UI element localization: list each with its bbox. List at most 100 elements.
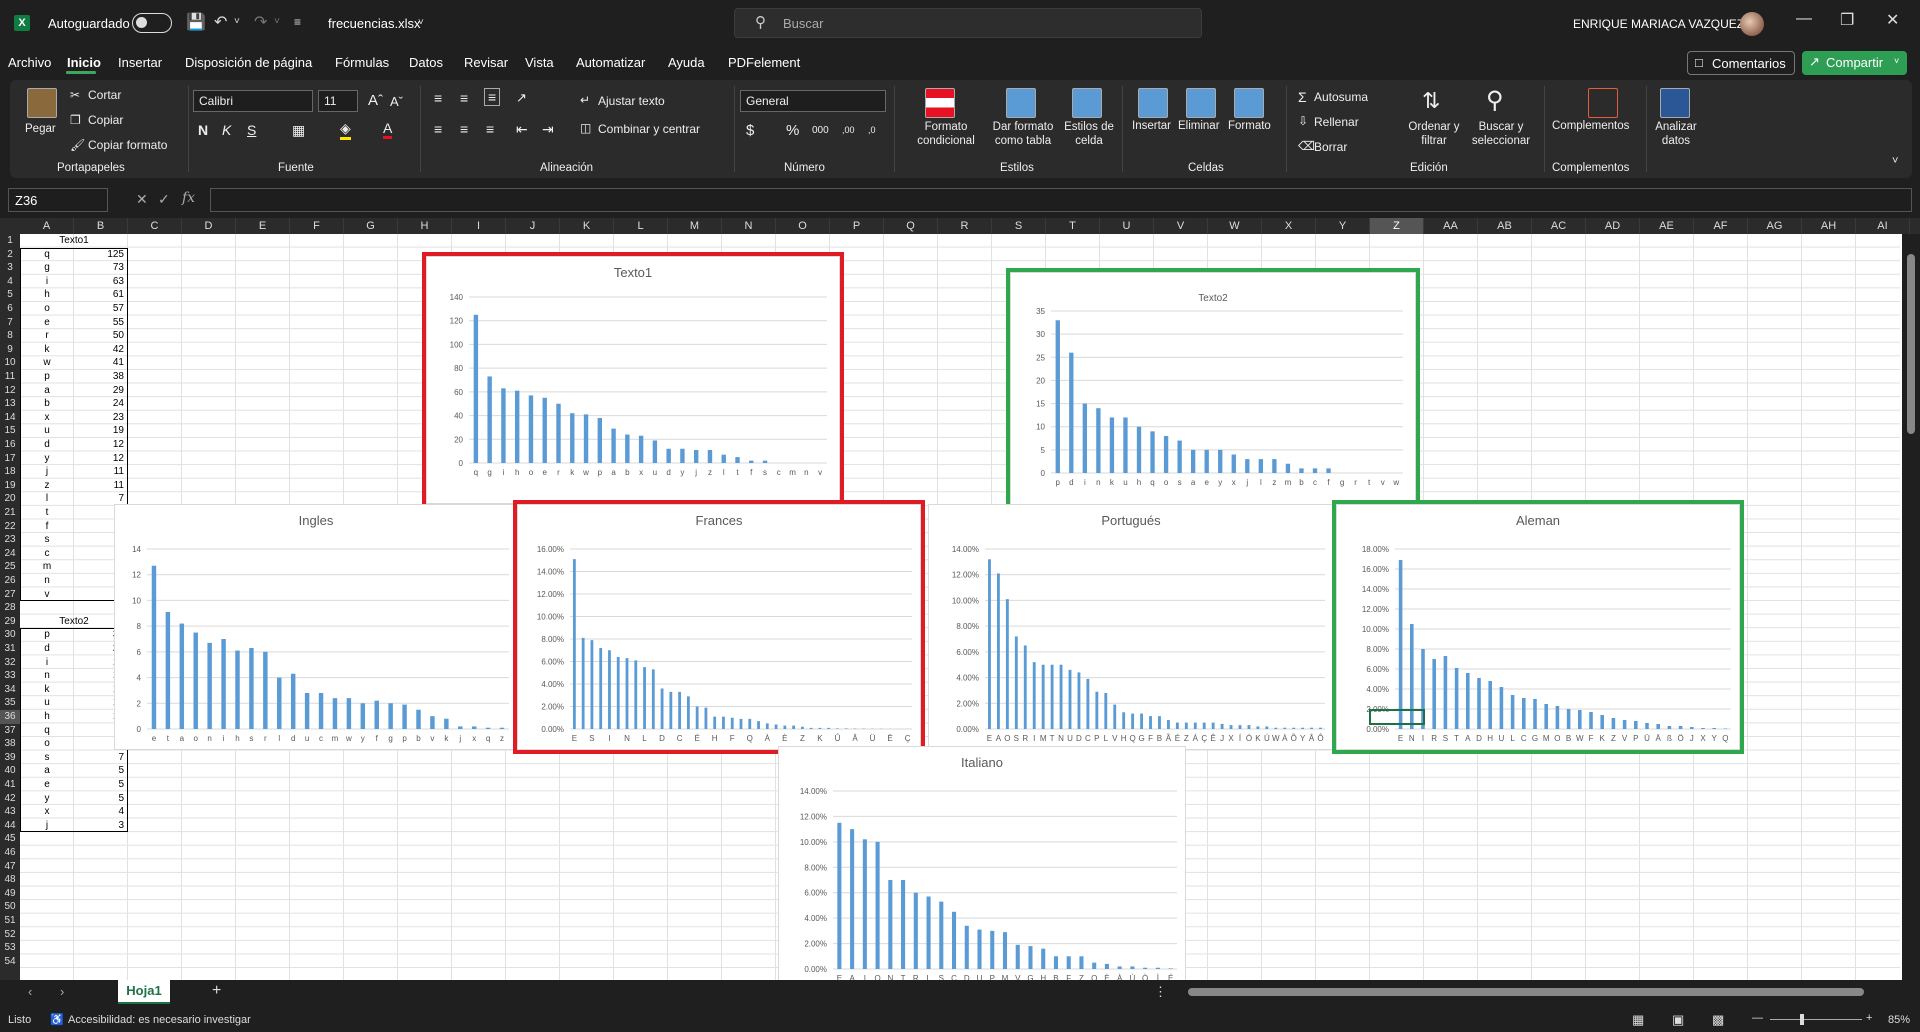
bar[interactable]: [599, 648, 603, 729]
bar[interactable]: [669, 691, 673, 729]
row-header[interactable]: 25: [0, 560, 20, 574]
row-header[interactable]: 7: [0, 316, 20, 330]
bar[interactable]: [1292, 727, 1296, 729]
normal-view-icon[interactable]: ▦: [1632, 1012, 1644, 1028]
sheet-tab-hoja1[interactable]: Hoja1: [118, 980, 170, 1004]
bar[interactable]: [360, 703, 366, 729]
bar[interactable]: [888, 880, 893, 969]
bar[interactable]: [487, 376, 492, 463]
chart-ingles[interactable]: Ingles 0 2 4 6 8 10 12 14 e t a o n i h s r l d u c m w y f g p b v k j…: [114, 504, 518, 750]
minimize-icon[interactable]: —: [1796, 10, 1812, 28]
bar[interactable]: [1466, 673, 1470, 729]
column-header[interactable]: I: [452, 218, 506, 234]
bar[interactable]: [597, 417, 603, 463]
row-header[interactable]: 38: [0, 737, 20, 751]
row-header[interactable]: 31: [0, 642, 20, 656]
share-chevron-icon[interactable]: ˅: [1894, 56, 1899, 66]
column-header[interactable]: C: [128, 218, 182, 234]
bar[interactable]: [374, 700, 379, 729]
redo-icon[interactable]: ↷: [254, 12, 267, 32]
align-right-icon[interactable]: ≡: [486, 121, 494, 137]
column-header[interactable]: AA: [1424, 218, 1478, 234]
formula-input[interactable]: [210, 188, 1912, 212]
vertical-scroll-thumb[interactable]: [1907, 254, 1915, 434]
bar[interactable]: [1432, 659, 1436, 729]
paste-button[interactable]: Pegar: [25, 123, 56, 135]
bar[interactable]: [1265, 726, 1269, 729]
bar[interactable]: [1454, 668, 1459, 729]
row-header[interactable]: 49: [0, 887, 20, 901]
bar[interactable]: [1131, 713, 1135, 729]
row-header[interactable]: 54: [0, 955, 20, 969]
column-header[interactable]: Q: [884, 218, 938, 234]
bar[interactable]: [1488, 681, 1492, 729]
bar[interactable]: [542, 397, 547, 463]
bar[interactable]: [1190, 449, 1196, 473]
horizontal-scrollbar[interactable]: [1188, 988, 1864, 996]
bar[interactable]: [783, 725, 787, 729]
find-select-button[interactable]: Buscar y seleccionar: [1466, 120, 1536, 148]
bar[interactable]: [660, 688, 664, 730]
format-as-table-icon[interactable]: [1006, 88, 1036, 118]
bar[interactable]: [572, 559, 576, 729]
conditional-format-icon[interactable]: [925, 88, 955, 118]
zoom-out-icon[interactable]: —: [1752, 1012, 1763, 1024]
chart-frances[interactable]: Frances 0.00% 2.00% 4.00% 6.00% 8.00% 10.00% 12…: [517, 504, 921, 750]
sort-filter-icon[interactable]: ⇅: [1422, 88, 1440, 114]
bar[interactable]: [1218, 449, 1223, 473]
row-header[interactable]: 19: [0, 479, 20, 493]
bar[interactable]: [1578, 710, 1582, 729]
column-header[interactable]: U: [1100, 218, 1154, 234]
format-cells-icon[interactable]: [1234, 88, 1264, 118]
bar[interactable]: [1398, 560, 1403, 729]
bar[interactable]: [792, 725, 796, 729]
zoom-in-icon[interactable]: +: [1866, 1012, 1872, 1024]
cell-styles-button[interactable]: Estilos de celda: [1062, 120, 1116, 148]
bar[interactable]: [1645, 723, 1649, 729]
bar[interactable]: [616, 657, 620, 729]
search-input[interactable]: Buscar: [783, 16, 823, 31]
bar[interactable]: [1050, 664, 1054, 729]
row-header[interactable]: 8: [0, 329, 20, 343]
row-header[interactable]: 34: [0, 683, 20, 697]
save-icon[interactable]: 💾: [186, 12, 206, 32]
row-header[interactable]: 33: [0, 669, 20, 683]
bar[interactable]: [818, 727, 822, 729]
bar[interactable]: [1611, 718, 1616, 729]
bar[interactable]: [1082, 403, 1088, 473]
bar[interactable]: [827, 727, 831, 729]
column-header[interactable]: V: [1154, 218, 1208, 234]
bar[interactable]: [1285, 463, 1291, 473]
bar[interactable]: [1723, 728, 1728, 730]
bar[interactable]: [1104, 693, 1108, 729]
bar[interactable]: [388, 703, 393, 729]
bar[interactable]: [1231, 454, 1236, 473]
bar[interactable]: [499, 727, 505, 729]
bar[interactable]: [926, 896, 931, 969]
bar[interactable]: [695, 706, 699, 730]
wrap-text-button[interactable]: Ajustar texto: [598, 94, 665, 108]
paste-icon[interactable]: [27, 88, 57, 118]
bar[interactable]: [290, 673, 296, 729]
bar[interactable]: [1678, 726, 1683, 729]
bar[interactable]: [1256, 726, 1260, 729]
bar[interactable]: [556, 403, 561, 463]
page-layout-icon[interactable]: ▣: [1672, 1012, 1684, 1028]
row-header[interactable]: 51: [0, 914, 20, 928]
sort-filter-button[interactable]: Ordenar y filtrar: [1404, 120, 1464, 148]
bar[interactable]: [1202, 722, 1206, 729]
bar[interactable]: [686, 696, 690, 729]
bar[interactable]: [570, 413, 575, 463]
column-header[interactable]: A: [20, 218, 74, 234]
bar[interactable]: [1701, 728, 1705, 729]
bar[interactable]: [1600, 715, 1604, 729]
bar[interactable]: [643, 667, 646, 729]
row-header[interactable]: 18: [0, 465, 20, 479]
bar[interactable]: [1274, 727, 1278, 729]
bar[interactable]: [652, 440, 658, 463]
orientation-icon[interactable]: ↗: [516, 90, 527, 106]
format-painter-button[interactable]: Copiar formato: [88, 138, 167, 152]
bar[interactable]: [473, 314, 479, 463]
column-header[interactable]: R: [938, 218, 992, 234]
tab-archivo[interactable]: Archivo: [8, 55, 51, 70]
